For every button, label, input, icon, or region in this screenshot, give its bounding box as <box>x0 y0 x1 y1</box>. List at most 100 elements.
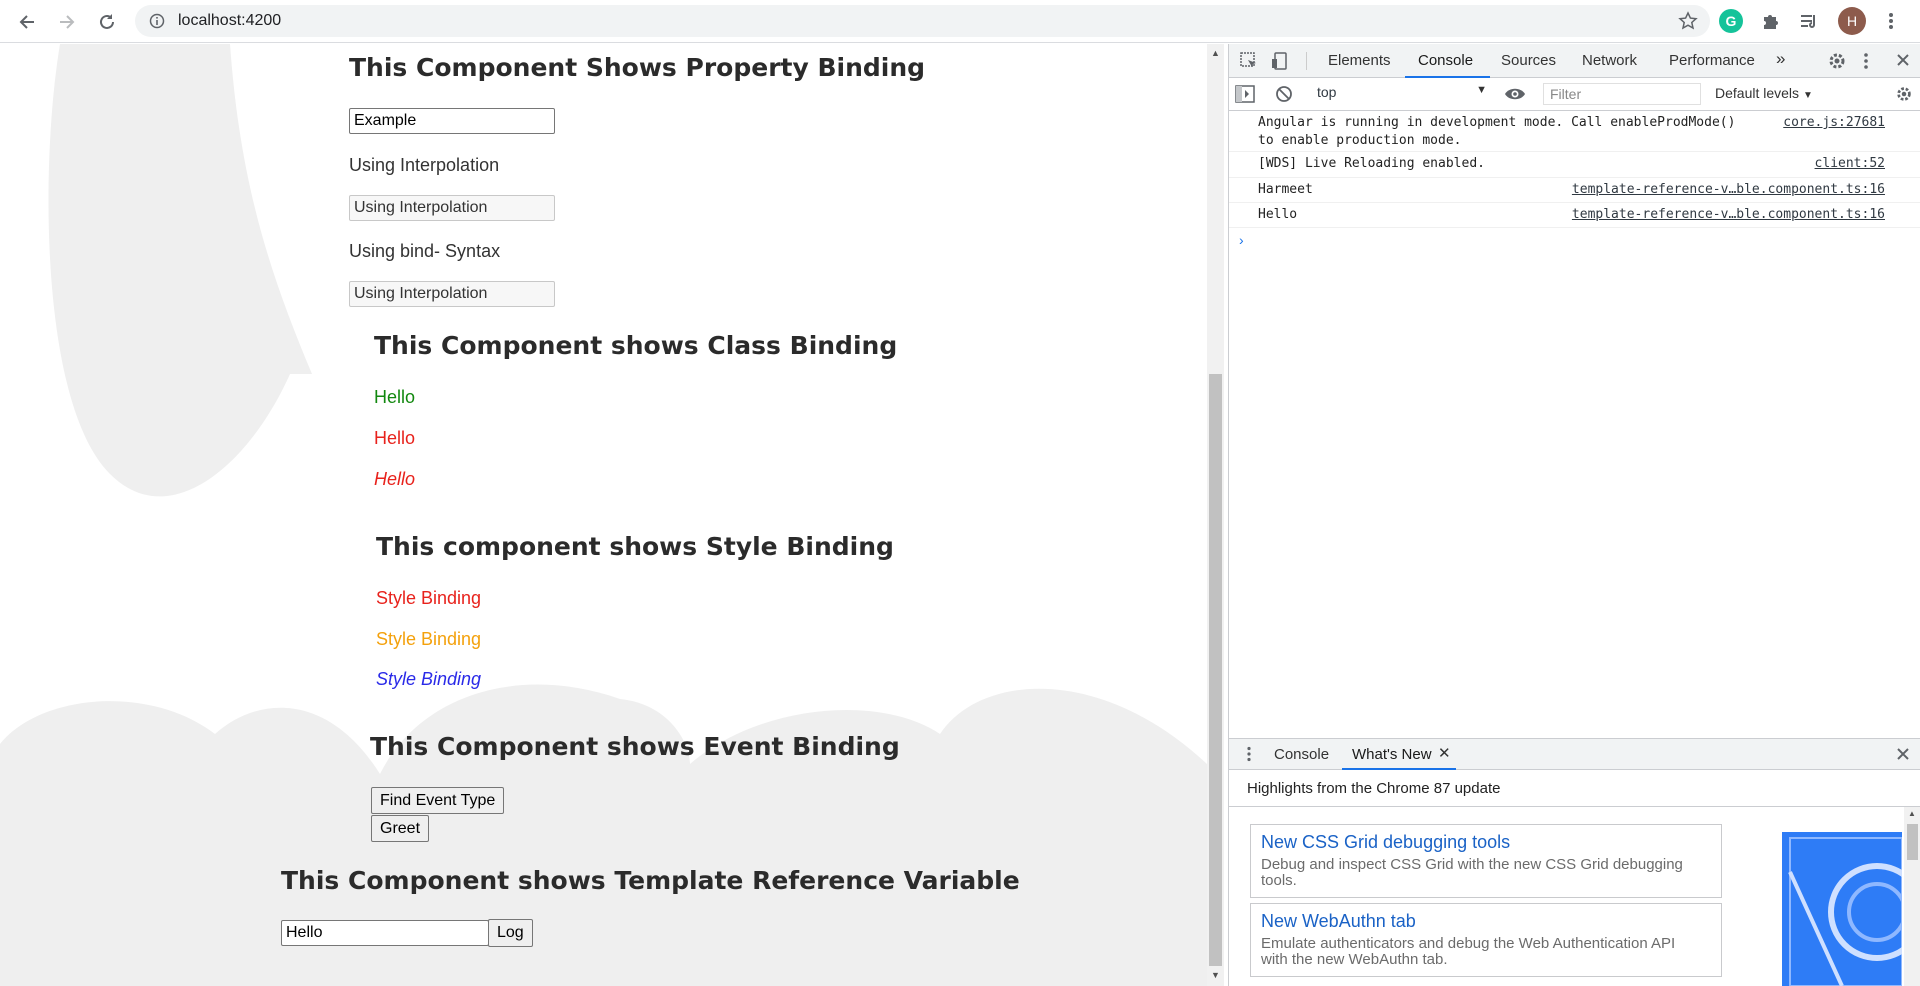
device-toolbar-icon[interactable] <box>1271 51 1291 75</box>
show-sidebar-icon[interactable] <box>1235 85 1255 107</box>
console-message-text: Hello <box>1258 207 1298 222</box>
extensions-puzzle-icon[interactable] <box>1759 9 1783 33</box>
clear-console-icon[interactable] <box>1275 85 1293 107</box>
card-description: Debug and inspect CSS Grid with the new … <box>1261 856 1683 889</box>
live-expression-eye-icon[interactable] <box>1504 86 1526 106</box>
template-ref-input[interactable] <box>281 920 489 946</box>
console-settings-gear-icon[interactable] <box>1895 85 1913 107</box>
inspect-element-icon[interactable] <box>1239 51 1259 75</box>
tab-sources[interactable]: Sources <box>1501 52 1556 69</box>
greet-button[interactable]: Greet <box>371 815 430 842</box>
forward-button[interactable] <box>53 8 81 36</box>
page-scrollbar[interactable]: ▲ ▼ <box>1207 44 1224 986</box>
tab-divider <box>1306 52 1307 70</box>
log-button[interactable]: Log <box>488 919 533 947</box>
bind-syntax-label: Using bind- Syntax <box>349 241 501 261</box>
console-toolbar: top ▼ Filter Default levels ▼ <box>1229 78 1920 111</box>
log-levels-label: Default levels <box>1715 85 1800 101</box>
drawer-scroll-up-icon[interactable]: ▲ <box>1908 809 1916 818</box>
console-source-link[interactable]: template-reference-v…ble.component.ts:16 <box>1572 207 1885 222</box>
whats-new-card[interactable]: New CSS Grid debugging tools Debug and i… <box>1250 824 1722 898</box>
tab-console[interactable]: Console <box>1418 52 1473 69</box>
context-dropdown-icon: ▼ <box>1476 84 1487 96</box>
promo-graphic <box>1788 837 1902 986</box>
property-input[interactable] <box>349 108 555 134</box>
drawer-tab-console[interactable]: Console <box>1274 746 1329 763</box>
levels-dropdown-icon: ▼ <box>1802 90 1813 101</box>
bind-syntax-input[interactable] <box>349 281 555 307</box>
more-tabs-icon[interactable]: » <box>1776 49 1785 69</box>
reload-icon <box>100 14 114 29</box>
profile-avatar[interactable]: H <box>1838 7 1866 35</box>
class-hello-red-italic: Hello <box>374 469 416 489</box>
property-binding-heading: This Component Shows Property Binding <box>349 53 926 82</box>
find-event-type-button[interactable]: Find Event Type <box>371 787 505 814</box>
console-message: [WDS] Live Reloading enabled. client:52 <box>1229 152 1920 178</box>
style-binding-heading: This component shows Style Binding <box>376 532 894 561</box>
console-source-link[interactable]: template-reference-v…ble.component.ts:16 <box>1572 182 1885 197</box>
devtools-menu-icon[interactable] <box>1863 52 1869 74</box>
drawer-tab-whats-new[interactable]: What's New <box>1352 746 1432 763</box>
address-bar[interactable]: localhost:4200 <box>135 5 1710 37</box>
page-viewport: This Component Shows Property Binding Us… <box>0 44 1207 986</box>
drawer-scrollbar-thumb[interactable] <box>1907 824 1918 860</box>
page-scrollbar-thumb[interactable] <box>1209 374 1222 966</box>
close-devtools-icon[interactable] <box>1896 53 1910 71</box>
context-selector[interactable]: top ▼ <box>1317 84 1487 104</box>
context-value: top <box>1317 84 1337 100</box>
card-title[interactable]: New WebAuthn tab <box>1261 911 1416 932</box>
event-binding-heading: This Component shows Event Binding <box>370 732 900 761</box>
log-levels-dropdown[interactable]: Default levels ▼ <box>1715 85 1813 101</box>
console-message: Harmeet template-reference-v…ble.compone… <box>1229 178 1920 203</box>
grammarly-extension-icon[interactable]: G <box>1719 9 1743 33</box>
drawer-menu-icon[interactable] <box>1246 746 1252 766</box>
scroll-down-arrow-icon[interactable]: ▼ <box>1211 970 1220 980</box>
reading-list-icon[interactable] <box>1797 9 1821 33</box>
back-arrow-icon <box>19 15 34 29</box>
bookmark-star-icon[interactable] <box>1678 11 1698 36</box>
console-source-link[interactable]: core.js:27681 <box>1783 115 1885 130</box>
back-button[interactable] <box>13 8 41 36</box>
whats-new-card[interactable]: New WebAuthn tab Emulate authenticators … <box>1250 903 1722 977</box>
devtools-panel: Elements Console Sources Network Perform… <box>1228 44 1920 986</box>
class-hello-red: Hello <box>374 428 416 448</box>
style-binding-blue-italic: Style Binding <box>376 669 482 689</box>
console-message: Hello template-reference-v…ble.component… <box>1229 203 1920 228</box>
console-message: Angular is running in development mode. … <box>1229 112 1920 152</box>
drawer-tab-bar: Console What's New ✕ <box>1229 738 1920 770</box>
reload-button[interactable] <box>93 8 121 36</box>
tab-network[interactable]: Network <box>1582 52 1637 69</box>
console-prompt-icon[interactable]: › <box>1239 232 1244 248</box>
console-message-text: Angular is running in development mode. … <box>1258 115 1736 148</box>
class-hello-green: Hello <box>374 387 416 407</box>
tab-performance[interactable]: Performance <box>1669 52 1755 69</box>
card-description: Emulate authenticators and debug the Web… <box>1261 935 1676 968</box>
drawer-active-tab-indicator <box>1342 768 1456 770</box>
settings-gear-icon[interactable] <box>1827 51 1847 75</box>
devtools-tab-bar: Elements Console Sources Network Perform… <box>1229 44 1920 78</box>
close-tab-icon[interactable]: ✕ <box>1438 744 1451 762</box>
style-binding-orange: Style Binding <box>376 629 482 649</box>
url-text: localhost:4200 <box>178 12 282 29</box>
console-source-link[interactable]: client:52 <box>1815 156 1885 171</box>
card-title[interactable]: New CSS Grid debugging tools <box>1261 832 1510 853</box>
interpolation-label: Using Interpolation <box>349 155 500 175</box>
browser-toolbar: localhost:4200 G H <box>0 0 1920 43</box>
interpolation-input[interactable] <box>349 195 555 221</box>
browser-menu-icon[interactable] <box>1879 9 1903 33</box>
info-icon[interactable] <box>149 13 165 34</box>
drawer-scrollbar[interactable]: ▲ <box>1904 807 1920 986</box>
console-filter-input[interactable]: Filter <box>1543 83 1701 105</box>
background-decoration <box>0 44 1207 986</box>
promo-thumbnail[interactable] <box>1782 832 1902 986</box>
forward-arrow-icon <box>60 15 75 29</box>
tab-elements[interactable]: Elements <box>1328 52 1391 69</box>
whats-new-title: Highlights from the Chrome 87 update <box>1247 780 1501 797</box>
close-drawer-icon[interactable] <box>1896 747 1910 765</box>
console-message-text: [WDS] Live Reloading enabled. <box>1258 156 1485 171</box>
console-message-text: Harmeet <box>1258 182 1313 197</box>
scroll-up-arrow-icon[interactable]: ▲ <box>1211 48 1220 58</box>
template-ref-heading: This Component shows Template Reference … <box>281 866 1020 895</box>
style-binding-red: Style Binding <box>376 588 482 608</box>
drawer-separator <box>1229 806 1920 807</box>
